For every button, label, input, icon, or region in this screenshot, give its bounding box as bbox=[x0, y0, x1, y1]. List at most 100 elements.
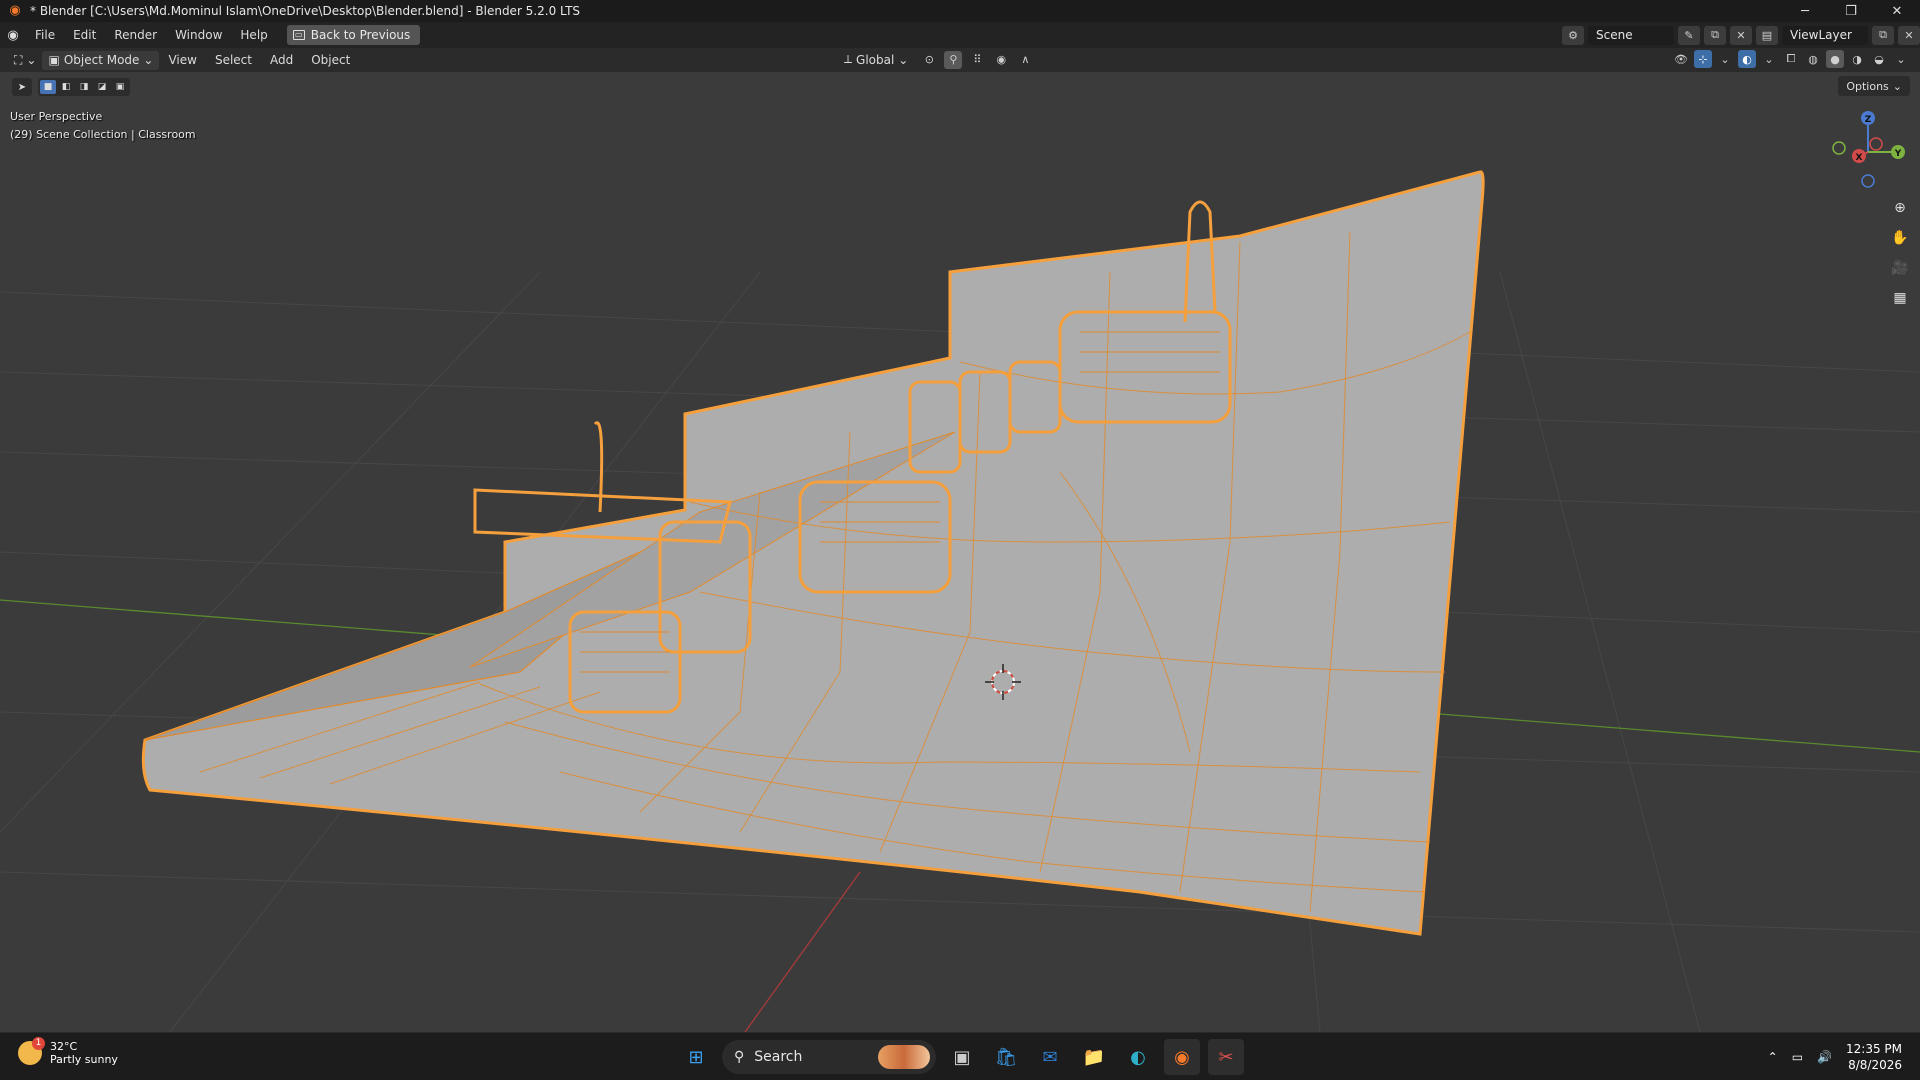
scene-selectors: ⚙ Scene ✎ ⧉ ✕ ▤ ViewLayer ⧉ ✕ bbox=[1562, 22, 1920, 48]
window-title: * Blender [C:\Users\Md.Mominul Islam\One… bbox=[30, 4, 581, 18]
transform-orientation-dropdown[interactable]: ⟂ Global ⌄ bbox=[838, 50, 914, 69]
visibility-icon[interactable]: 👁 bbox=[1672, 50, 1690, 68]
overlay-toggle-icon[interactable]: ◐ bbox=[1738, 50, 1756, 68]
snap-toggle-icon[interactable]: ⚲ bbox=[944, 50, 963, 69]
delete-viewlayer-icon[interactable]: ✕ bbox=[1898, 25, 1920, 45]
snap-target-icon[interactable]: ⠿ bbox=[968, 51, 986, 69]
viewlayer-field[interactable]: ViewLayer bbox=[1782, 25, 1868, 45]
pivot-point-icon[interactable]: ⊙ bbox=[920, 51, 938, 69]
proportional-edit-icon[interactable]: ◉ bbox=[992, 51, 1010, 69]
volume-icon[interactable]: 🔊 bbox=[1817, 1050, 1832, 1064]
mode-dropdown[interactable]: ▣ Object Mode ⌄ bbox=[42, 50, 160, 70]
minimize-button[interactable]: ─ bbox=[1782, 0, 1828, 22]
clock-date: 8/8/2026 bbox=[1848, 1058, 1902, 1072]
blender-taskbar-icon[interactable]: ◉ bbox=[1164, 1039, 1200, 1075]
rendered-shading-icon[interactable]: ◒ bbox=[1870, 50, 1888, 68]
object-mode-icon: ▣ bbox=[48, 53, 60, 67]
editor-type-button[interactable]: ⛶ ⌄ bbox=[8, 51, 42, 70]
restore-button[interactable]: ❐ bbox=[1828, 0, 1874, 22]
file-explorer-icon[interactable]: 📁 bbox=[1076, 1039, 1112, 1075]
shading-dropdown-icon[interactable]: ⌄ bbox=[1892, 50, 1910, 68]
viewlayer-browse-icon[interactable]: ▤ bbox=[1756, 25, 1778, 45]
header-menu-select[interactable]: Select bbox=[206, 53, 261, 67]
transform-controls: ⟂ Global ⌄ ⊙ ⚲ ⠿ ◉ ∧ bbox=[838, 50, 1034, 69]
collection-label: (29) Scene Collection | Classroom bbox=[10, 128, 196, 141]
pan-hand-icon[interactable]: ✋ bbox=[1888, 226, 1912, 250]
xray-toggle-icon[interactable]: ⧠ bbox=[1782, 50, 1800, 68]
gizmo-y-label: Y bbox=[1894, 149, 1902, 159]
viewport-header: ⛶ ⌄ ▣ Object Mode ⌄ View Select Add Objec… bbox=[0, 48, 1920, 72]
gizmo-toggle-icon[interactable]: ⊹ bbox=[1694, 50, 1712, 68]
search-highlight-image bbox=[878, 1045, 930, 1069]
weather-widget[interactable]: 1 32°C Partly sunny bbox=[18, 1037, 118, 1066]
taskbar: 1 32°C Partly sunny ⊞ ⚲ Search ▣ 🛍 ✉ 📁 ◐… bbox=[0, 1032, 1920, 1080]
gizmo-dropdown-icon[interactable]: ⌄ bbox=[1716, 50, 1734, 68]
solid-shading-icon[interactable]: ● bbox=[1826, 50, 1844, 68]
zoom-icon[interactable]: ⊕ bbox=[1888, 196, 1912, 220]
scene-browse-icon[interactable]: ⚙ bbox=[1562, 25, 1584, 45]
chevron-down-icon: ⌄ bbox=[898, 52, 909, 67]
header-menu-object[interactable]: Object bbox=[302, 53, 359, 67]
camera-view-icon[interactable]: 🎥 bbox=[1888, 256, 1912, 280]
select-intersect-icon[interactable]: ▣ bbox=[112, 80, 128, 94]
select-extend-icon[interactable]: ◧ bbox=[58, 80, 74, 94]
taskbar-search[interactable]: ⚲ Search bbox=[722, 1040, 936, 1074]
options-dropdown[interactable]: Options ⌄ bbox=[1838, 76, 1910, 96]
menu-help[interactable]: Help bbox=[231, 28, 276, 42]
select-subtract-icon[interactable]: ◨ bbox=[76, 80, 92, 94]
window-titlebar: ◉ * Blender [C:\Users\Md.Mominul Islam\O… bbox=[0, 0, 1920, 22]
scene-field[interactable]: Scene bbox=[1588, 25, 1674, 45]
menu-edit[interactable]: Edit bbox=[64, 28, 105, 42]
select-tool-icon[interactable]: ➤ bbox=[12, 78, 32, 96]
clock[interactable]: 12:35 PM 8/8/2026 bbox=[1846, 1041, 1902, 1073]
header-menu-view[interactable]: View bbox=[159, 53, 205, 67]
navigation-gizmo[interactable]: Z Y X bbox=[1832, 111, 1905, 188]
back-to-previous-button[interactable]: ▭ Back to Previous bbox=[286, 25, 421, 45]
orthographic-toggle-icon[interactable]: ▦ bbox=[1888, 286, 1912, 310]
material-shading-icon[interactable]: ◑ bbox=[1848, 50, 1866, 68]
screen-icon: ▭ bbox=[292, 30, 305, 40]
top-menubar: ◉ File Edit Render Window Help ▭ Back to… bbox=[0, 22, 1920, 48]
menu-window[interactable]: Window bbox=[166, 28, 231, 42]
chevron-down-icon: ⌄ bbox=[1892, 79, 1902, 93]
taskbar-apps: ⊞ ⚲ Search ▣ 🛍 ✉ 📁 ◐ ◉ ✂ bbox=[678, 1039, 1244, 1075]
3d-viewport[interactable]: Z Y X ➤ ■ ◧ ◨ ◪ ▣ User Perspective (29) … bbox=[0, 72, 1920, 1032]
outlook-icon[interactable]: ✉ bbox=[1032, 1039, 1068, 1075]
clock-time: 12:35 PM bbox=[1846, 1042, 1902, 1056]
viewlayer-name: ViewLayer bbox=[1790, 28, 1852, 42]
start-windows-icon[interactable]: ⊞ bbox=[678, 1039, 714, 1075]
menu-render[interactable]: Render bbox=[105, 28, 166, 42]
store-icon[interactable]: 🛍 bbox=[988, 1039, 1024, 1075]
overlay-dropdown-icon[interactable]: ⌄ bbox=[1760, 50, 1778, 68]
new-scene-icon[interactable]: ⧉ bbox=[1704, 25, 1726, 45]
menu-file[interactable]: File bbox=[26, 28, 64, 42]
edge-browser-icon[interactable]: ◐ bbox=[1120, 1039, 1156, 1075]
snipping-tool-icon[interactable]: ✂ bbox=[1208, 1039, 1244, 1075]
viewport-shading-controls: 👁 ⊹ ⌄ ◐ ⌄ ⧠ ◍ ● ◑ ◒ ⌄ bbox=[1672, 50, 1910, 68]
tray-overflow-icon[interactable]: ⌃ bbox=[1768, 1050, 1778, 1064]
network-icon[interactable]: ▭ bbox=[1792, 1050, 1803, 1064]
options-label: Options bbox=[1846, 79, 1889, 93]
search-icon: ⚲ bbox=[734, 1049, 745, 1065]
tool-settings-row: ➤ ■ ◧ ◨ ◪ ▣ bbox=[12, 78, 130, 96]
task-view-icon[interactable]: ▣ bbox=[944, 1039, 980, 1075]
blender-menu-icon[interactable]: ◉ bbox=[0, 28, 26, 43]
header-menu-add[interactable]: Add bbox=[261, 53, 302, 67]
wireframe-shading-icon[interactable]: ◍ bbox=[1804, 50, 1822, 68]
select-new-icon[interactable]: ■ bbox=[40, 80, 56, 94]
perspective-label: User Perspective bbox=[10, 110, 103, 123]
falloff-icon[interactable]: ∧ bbox=[1016, 51, 1034, 69]
weather-sun-icon: 1 bbox=[18, 1037, 45, 1065]
weather-temperature: 32°C bbox=[50, 1040, 78, 1053]
weather-badge: 1 bbox=[32, 1037, 45, 1050]
search-placeholder: Search bbox=[754, 1049, 803, 1065]
close-button[interactable]: ✕ bbox=[1874, 0, 1920, 22]
pin-scene-icon[interactable]: ✎ bbox=[1678, 25, 1700, 45]
select-invert-icon[interactable]: ◪ bbox=[94, 80, 110, 94]
back-to-previous-label: Back to Previous bbox=[310, 28, 411, 42]
scene-name: Scene bbox=[1596, 28, 1633, 42]
classroom-mesh bbox=[141, 170, 1485, 936]
delete-scene-icon[interactable]: ✕ bbox=[1730, 25, 1752, 45]
system-tray: ⌃ ▭ 🔊 12:35 PM 8/8/2026 bbox=[1768, 1041, 1902, 1073]
new-viewlayer-icon[interactable]: ⧉ bbox=[1872, 25, 1894, 45]
